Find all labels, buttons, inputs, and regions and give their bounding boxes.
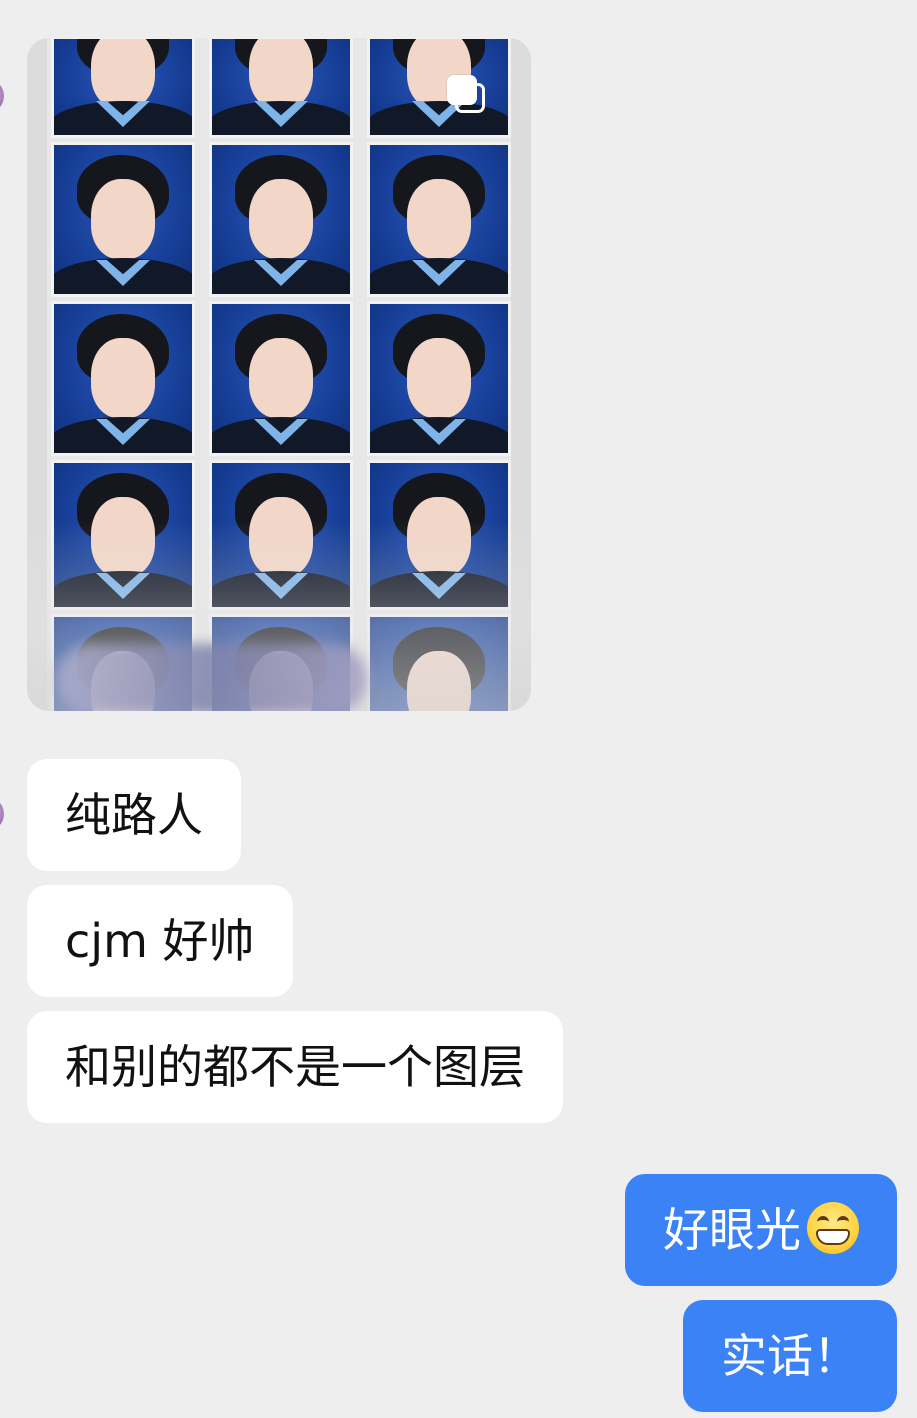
outgoing-message[interactable]: 实话！ [683,1300,897,1412]
portrait-photo [209,38,353,138]
portrait-photo [51,301,195,456]
portrait-photo [51,142,195,297]
grinning-face-emoji-icon [807,1202,859,1254]
outgoing-message[interactable]: 好眼光 [625,1174,897,1286]
incoming-message[interactable]: 和别的都不是一个图层 [27,1011,563,1123]
message-text: 纯路人 [65,788,203,842]
message-text: 好眼光 [663,1203,801,1257]
image-message[interactable] [27,38,531,711]
message-text: cjm 好帅 [65,914,255,968]
portrait-photo [209,301,353,456]
message-text: 和别的都不是一个图层 [65,1040,525,1094]
sender-avatar[interactable] [0,797,4,831]
portrait-photo [367,38,511,138]
portrait-photo [51,38,195,138]
incoming-message[interactable]: 纯路人 [27,759,241,871]
portrait-photo [209,142,353,297]
sender-avatar[interactable] [0,79,4,113]
blurred-watermark [57,644,367,711]
portrait-photo [367,301,511,456]
incoming-message[interactable]: cjm 好帅 [27,885,293,997]
message-text: 实话！ [721,1329,859,1383]
chat-thread: 纯路人 cjm 好帅 和别的都不是一个图层 好眼光 实话！ [0,0,917,1418]
portrait-photo [367,142,511,297]
multi-image-icon [447,75,489,117]
